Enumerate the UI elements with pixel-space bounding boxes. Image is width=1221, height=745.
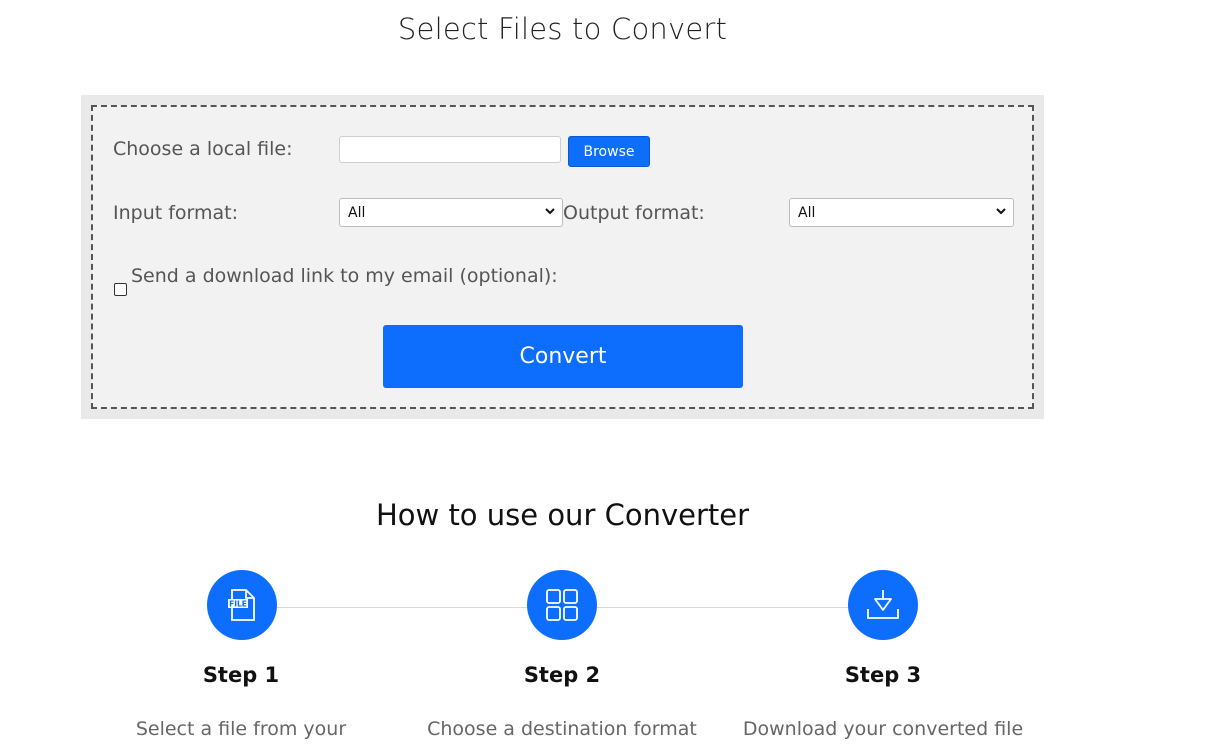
step-1-description: Select a file from your [135, 718, 347, 740]
step-3-description: Download your converted file [742, 718, 1024, 740]
input-format-select[interactable]: All [339, 198, 563, 227]
step-connector-line [276, 607, 528, 608]
output-format-value: All [798, 204, 816, 221]
upload-dropzone[interactable]: Choose a local file: Browse Input format… [91, 105, 1034, 409]
step-connector-line [596, 607, 850, 608]
download-icon [867, 590, 899, 619]
chevron-down-icon [996, 208, 1006, 215]
output-format-label: Output format: [563, 202, 705, 224]
browse-button[interactable]: Browse [568, 136, 650, 167]
file-icon: FILE [228, 589, 255, 621]
page-title: Select Files to Convert [397, 12, 728, 46]
chevron-down-icon [545, 208, 555, 215]
step-2-badge [527, 570, 597, 640]
converter-page: Select Files to Convert Choose a local f… [0, 0, 1221, 745]
step-1-title: Step 1 [202, 663, 280, 687]
upload-panel: Choose a local file: Browse Input format… [81, 95, 1044, 419]
svg-text:FILE: FILE [229, 600, 247, 609]
grid-icon [546, 589, 578, 621]
input-format-label: Input format: [113, 202, 239, 224]
step-2-description: Choose a destination format [427, 718, 697, 740]
input-format-value: All [348, 204, 366, 221]
file-path-input[interactable] [339, 136, 561, 163]
choose-file-label: Choose a local file: [113, 138, 293, 160]
convert-button[interactable]: Convert [383, 325, 743, 388]
email-link-checkbox[interactable] [114, 283, 127, 296]
output-format-select[interactable]: All [789, 198, 1014, 227]
howto-heading: How to use our Converter [375, 498, 750, 532]
email-link-label[interactable]: Send a download link to my email (option… [131, 265, 558, 287]
step-2-title: Step 2 [523, 663, 601, 687]
step-3-title: Step 3 [844, 663, 922, 687]
step-1-badge: FILE [207, 570, 277, 640]
step-3-badge [848, 570, 918, 640]
